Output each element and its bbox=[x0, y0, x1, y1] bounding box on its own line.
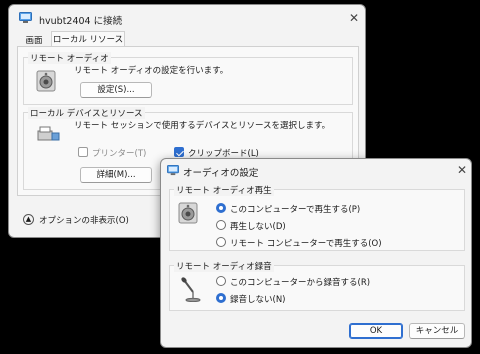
remote-desktop-icon bbox=[19, 12, 32, 27]
cancel-button[interactable]: キャンセル bbox=[409, 323, 465, 339]
playback-option-none-label[interactable]: 再生しない(D) bbox=[230, 220, 286, 232]
playback-option-remote-radio[interactable] bbox=[216, 237, 226, 247]
playback-option-none-radio[interactable] bbox=[216, 220, 226, 230]
playback-group-label: リモート オーディオ再生 bbox=[174, 184, 274, 196]
remote-desktop-icon bbox=[167, 165, 179, 179]
main-close-button[interactable]: ✕ bbox=[349, 12, 359, 24]
remote-audio-description: リモート オーディオの設定を行います。 bbox=[74, 66, 229, 76]
main-titlebar[interactable]: hvubt2404 に接続 ✕ bbox=[9, 5, 365, 33]
tab-local-resources[interactable]: ローカル リソース bbox=[51, 31, 125, 47]
printer-checkbox[interactable] bbox=[78, 147, 88, 157]
chevron-up-icon[interactable]: ▲ bbox=[23, 214, 34, 225]
playback-group: リモート オーディオ再生 このコンピューターで再生する(P) 再生しない(D) … bbox=[169, 184, 465, 251]
audio-dialog-title: オーディオの設定 bbox=[183, 168, 259, 179]
tab-local-resources-label: ローカル リソース bbox=[52, 35, 124, 45]
options-toggle-link[interactable]: オプションの非表示(O) bbox=[39, 214, 129, 226]
recording-option-none-radio[interactable] bbox=[216, 293, 226, 303]
recording-group: リモート オーディオ録音 このコンピューターから録音する(R) 録音しない(N) bbox=[169, 260, 465, 311]
main-window-title: hvubt2404 に接続 bbox=[39, 16, 123, 27]
audio-settings-button[interactable]: 設定(S)... bbox=[80, 82, 152, 98]
devices-icon bbox=[36, 125, 60, 146]
local-devices-group-label: ローカル デバイスとリソース bbox=[28, 107, 145, 119]
audio-dialog-titlebar[interactable]: オーディオの設定 ✕ bbox=[161, 159, 471, 181]
close-icon: ✕ bbox=[457, 163, 468, 177]
microphone-icon bbox=[180, 276, 202, 305]
playback-option-local-radio[interactable] bbox=[216, 203, 226, 213]
recording-option-none-label[interactable]: 録音しない(N) bbox=[230, 293, 286, 305]
playback-option-local-label[interactable]: このコンピューターで再生する(P) bbox=[230, 203, 360, 215]
local-devices-description: リモート セッションで使用するデバイスとリソースを選択します。 bbox=[74, 121, 331, 131]
audio-dialog-close-button[interactable]: ✕ bbox=[457, 164, 467, 176]
speaker-icon bbox=[178, 202, 198, 227]
close-icon: ✕ bbox=[349, 11, 360, 25]
details-button[interactable]: 詳細(M)... bbox=[80, 167, 152, 183]
ok-button[interactable]: OK bbox=[349, 323, 403, 339]
recording-group-label: リモート オーディオ録音 bbox=[174, 260, 274, 272]
recording-option-local-radio[interactable] bbox=[216, 276, 226, 286]
remote-audio-group-label: リモート オーディオ bbox=[28, 52, 111, 64]
recording-option-local-label[interactable]: このコンピューターから録音する(R) bbox=[230, 276, 370, 288]
speaker-icon bbox=[36, 70, 56, 95]
playback-option-remote-label[interactable]: リモート コンピューターで再生する(O) bbox=[230, 237, 382, 249]
clipboard-checkbox[interactable] bbox=[174, 147, 184, 157]
printer-label[interactable]: プリンター(T) bbox=[92, 147, 146, 159]
tab-display-label: 画面 bbox=[25, 36, 43, 46]
remote-audio-group: リモート オーディオ リモート オーディオの設定を行います。 設定(S)... bbox=[23, 52, 353, 105]
audio-settings-dialog: オーディオの設定 ✕ リモート オーディオ再生 このコンピューターで再生する(P… bbox=[160, 158, 472, 348]
